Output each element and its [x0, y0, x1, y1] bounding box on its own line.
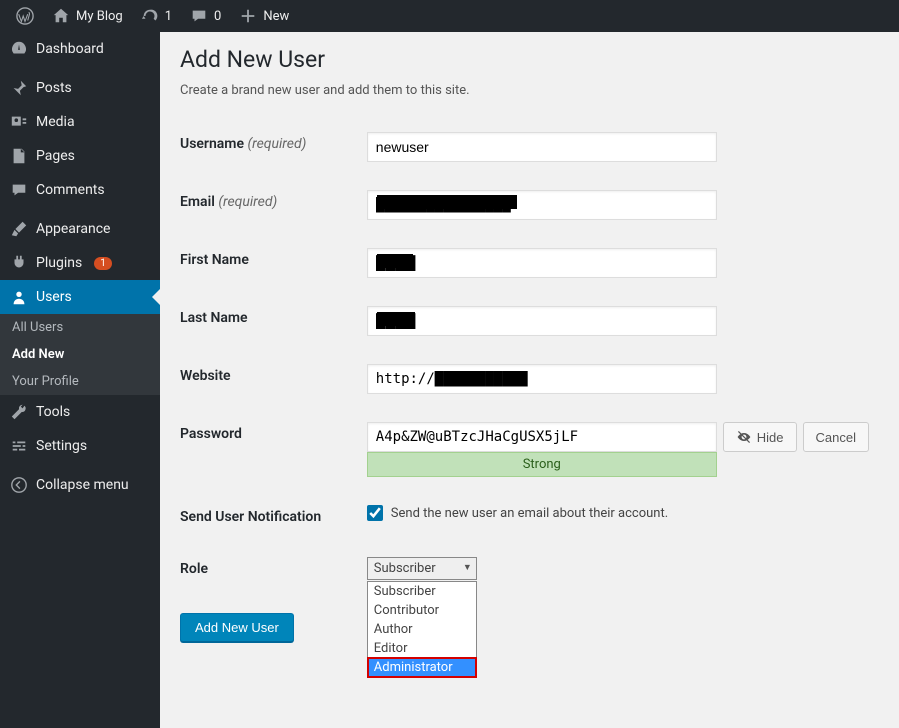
sidebar-label: Users: [36, 289, 72, 305]
required-badge: (required): [247, 136, 306, 152]
role-select[interactable]: Subscriber: [367, 557, 477, 580]
sliders-icon: [10, 437, 28, 455]
sidebar-label: Media: [36, 114, 75, 130]
new-label: New: [263, 9, 289, 24]
email-label: Email: [180, 194, 215, 210]
last-name-input[interactable]: [367, 306, 717, 336]
sidebar-item-users[interactable]: Users: [0, 280, 160, 314]
sidebar-item-pages[interactable]: Pages: [0, 139, 160, 173]
wrench-icon: [10, 403, 28, 421]
brush-icon: [10, 220, 28, 238]
role-option-subscriber[interactable]: Subscriber: [368, 582, 476, 601]
submenu-all-users[interactable]: All Users: [0, 314, 160, 341]
first-name-input[interactable]: [367, 248, 717, 278]
role-option-author[interactable]: Author: [368, 620, 476, 639]
plugins-badge: 1: [94, 257, 112, 270]
sidebar-label: Appearance: [36, 221, 110, 237]
username-input[interactable]: [367, 132, 717, 162]
comments-menu[interactable]: 0: [182, 0, 229, 32]
sidebar-label: Plugins: [36, 255, 82, 271]
comment-icon: [10, 181, 28, 199]
plug-icon: [10, 254, 28, 272]
submenu-add-new[interactable]: Add New: [0, 341, 160, 368]
password-label: Password: [180, 408, 367, 491]
notification-label: Send User Notification: [180, 491, 367, 543]
add-new-user-button[interactable]: Add New User: [180, 613, 294, 642]
site-name-menu[interactable]: My Blog: [44, 0, 131, 32]
sidebar-label: Posts: [36, 80, 72, 96]
website-label: Website: [180, 350, 367, 408]
media-icon: [10, 113, 28, 131]
sidebar-item-media[interactable]: Media: [0, 105, 160, 139]
eye-icon: [736, 429, 752, 445]
admin-sidebar: Dashboard Posts Media Pages Comments App…: [0, 32, 160, 728]
sidebar-item-plugins[interactable]: Plugins 1: [0, 246, 160, 280]
wp-logo-menu[interactable]: [8, 0, 42, 32]
new-content-menu[interactable]: New: [231, 0, 297, 32]
pin-icon: [10, 79, 28, 97]
sidebar-label: Settings: [36, 438, 87, 454]
sidebar-label: Dashboard: [36, 41, 104, 57]
plus-icon: [239, 7, 257, 25]
password-input[interactable]: [367, 422, 717, 452]
role-label: Role: [180, 543, 367, 595]
username-label: Username: [180, 136, 244, 152]
comments-count: 0: [214, 9, 221, 24]
role-option-contributor[interactable]: Contributor: [368, 601, 476, 620]
sidebar-item-tools[interactable]: Tools: [0, 395, 160, 429]
wordpress-icon: [16, 7, 34, 25]
role-option-administrator[interactable]: Administrator: [368, 658, 476, 677]
sidebar-item-dashboard[interactable]: Dashboard: [0, 32, 160, 66]
site-name: My Blog: [76, 9, 123, 24]
sidebar-label: Comments: [36, 182, 105, 198]
dashboard-icon: [10, 40, 28, 58]
refresh-icon: [141, 7, 159, 25]
main-content: Add New User Create a brand new user and…: [160, 32, 899, 728]
notification-checkbox[interactable]: [367, 505, 383, 521]
notification-text: Send the new user an email about their a…: [391, 506, 668, 521]
sidebar-item-appearance[interactable]: Appearance: [0, 212, 160, 246]
page-title: Add New User: [180, 46, 879, 73]
password-strength: Strong: [367, 452, 717, 477]
role-option-editor[interactable]: Editor: [368, 639, 476, 658]
users-submenu: All Users Add New Your Profile: [0, 314, 160, 395]
updates-count: 1: [165, 9, 172, 24]
collapse-menu[interactable]: Collapse menu: [0, 468, 160, 502]
sidebar-item-comments[interactable]: Comments: [0, 173, 160, 207]
comment-icon: [190, 7, 208, 25]
pages-icon: [10, 147, 28, 165]
collapse-icon: [10, 476, 28, 494]
last-name-label: Last Name: [180, 292, 367, 350]
admin-toolbar: My Blog 1 0 New: [0, 0, 899, 32]
page-subtitle: Create a brand new user and add them to …: [180, 83, 879, 98]
user-icon: [10, 288, 28, 306]
sidebar-label: Pages: [36, 148, 75, 164]
sidebar-item-settings[interactable]: Settings: [0, 429, 160, 463]
required-badge: (required): [218, 194, 277, 210]
user-form: Username (required) Email (required) Fir…: [180, 118, 879, 595]
updates-menu[interactable]: 1: [133, 0, 180, 32]
sidebar-label: Tools: [36, 404, 70, 420]
website-input[interactable]: [367, 364, 717, 394]
submenu-your-profile[interactable]: Your Profile: [0, 368, 160, 395]
home-icon: [52, 7, 70, 25]
role-dropdown: Subscriber Contributor Author Editor Adm…: [367, 581, 477, 678]
first-name-label: First Name: [180, 234, 367, 292]
hide-password-button[interactable]: Hide: [723, 422, 797, 452]
collapse-label: Collapse menu: [36, 477, 129, 493]
sidebar-item-posts[interactable]: Posts: [0, 71, 160, 105]
cancel-password-button[interactable]: Cancel: [803, 422, 869, 452]
